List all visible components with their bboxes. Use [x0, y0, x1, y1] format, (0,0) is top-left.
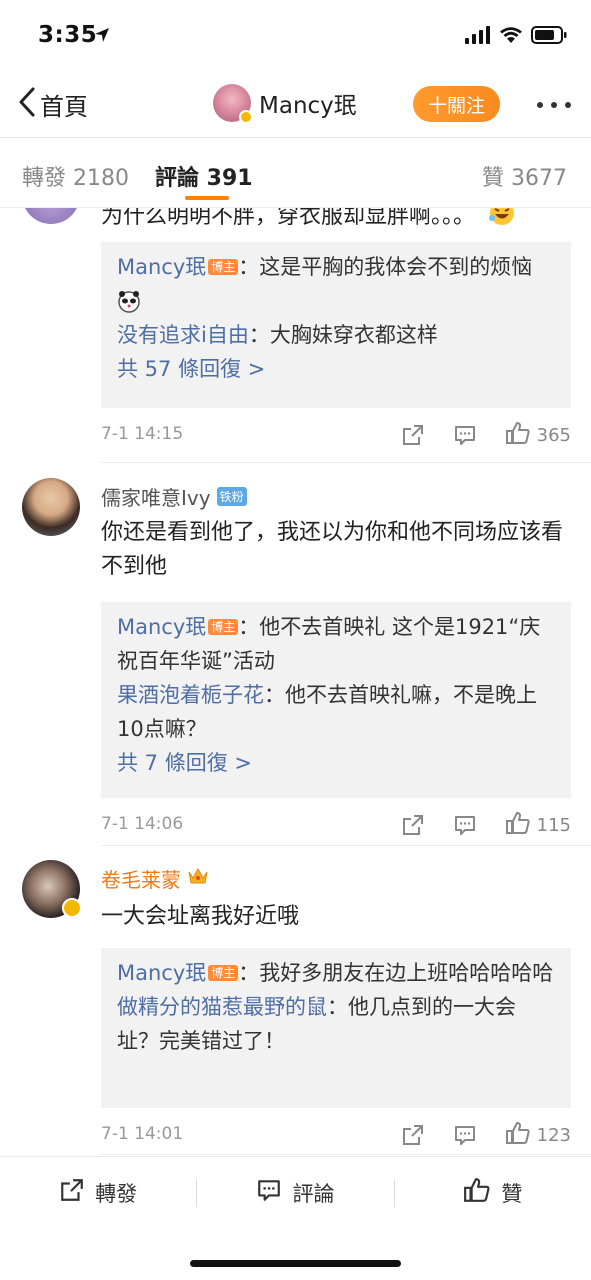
- reply-item: 果酒泡着栀子花：他不去首映礼嘛，不是晚上10点嘛？: [117, 678, 555, 746]
- reply-author[interactable]: Mancy珉: [117, 961, 206, 985]
- tab-repost[interactable]: 轉發 2180: [22, 160, 129, 192]
- tab-like[interactable]: 贊 3677: [482, 160, 567, 192]
- like-button[interactable]: 115: [505, 810, 571, 840]
- comment-actions: 115: [401, 810, 571, 840]
- reply-text: ：大胸妹穿衣都这样: [248, 323, 438, 347]
- laugh-emoji-icon: [488, 208, 516, 238]
- blogger-badge: 博主: [208, 259, 239, 275]
- like-button[interactable]: 123: [505, 1120, 571, 1150]
- comment-button[interactable]: 評論: [197, 1177, 393, 1208]
- blogger-badge: 博主: [208, 965, 239, 981]
- verified-icon: [62, 898, 82, 918]
- nav-header: 首頁 Mancy珉 十關注: [0, 72, 591, 138]
- reply-text: ：我好多朋友在边上班哈哈哈哈哈: [238, 961, 554, 985]
- author-name: 儒家唯意Ivy: [101, 486, 211, 510]
- location-arrow-icon: [94, 27, 110, 47]
- repost-button[interactable]: 轉發: [0, 1177, 196, 1208]
- repost-label: 轉發: [95, 1181, 138, 1206]
- reply-text: ：这是平胸的我体会不到的烦恼: [238, 255, 533, 279]
- reply-item: Mancy珉 博主 ：这是平胸的我体会不到的烦恼: [117, 250, 555, 318]
- reply-box[interactable]: Mancy珉 博主 ：我好多朋友在边上班哈哈哈哈哈 做精分的猫惹最野的鼠：他几点到的…: [101, 948, 571, 1108]
- comment-list: 为什么明明不胖，穿衣服却显胖啊。。。 Mancy珉 博主 ：这是平胸的我体会不到的烦…: [0, 208, 591, 1156]
- share-icon: [59, 1177, 85, 1208]
- like-count: 123: [536, 1124, 571, 1146]
- like-button[interactable]: 365: [505, 420, 571, 450]
- thumbs-up-icon: [463, 1176, 491, 1209]
- comment-text: 你还是看到他了，我还以为你和他不同场应该看不到他: [101, 520, 564, 579]
- tab-active-indicator: [185, 196, 229, 200]
- comment-meta: 7-1 14:15 365: [101, 420, 571, 452]
- like-button[interactable]: 贊: [395, 1176, 591, 1209]
- chevron-left-icon: [18, 86, 36, 122]
- home-indicator[interactable]: [190, 1260, 401, 1267]
- back-label: 首頁: [40, 92, 88, 121]
- comment-time: 7-1 14:01: [101, 1124, 184, 1144]
- comment-time: 7-1 14:15: [101, 424, 184, 444]
- comment-icon[interactable]: [453, 423, 477, 447]
- thumbs-up-icon: [505, 810, 531, 840]
- status-bar: 3:35: [0, 0, 591, 72]
- bottom-action-bar: 轉發 評論 贊: [0, 1156, 591, 1228]
- reply-box[interactable]: Mancy珉 博主 ：他不去首映礼 这个是1921“庆祝百年华诞”活动 果酒泡着栀子…: [101, 602, 571, 798]
- avatar[interactable]: [213, 84, 253, 124]
- like-count: 115: [536, 814, 571, 836]
- share-icon[interactable]: [401, 813, 425, 837]
- panda-emoji-icon: [117, 284, 555, 318]
- reply-box[interactable]: Mancy珉 博主 ：这是平胸的我体会不到的烦恼 没有追求i自由：大胸妹穿衣都这样 …: [101, 242, 571, 408]
- comment-actions: 365: [401, 420, 571, 450]
- battery-icon: [531, 26, 567, 48]
- tab-bar: 轉發 2180 評論 391 贊 3677: [0, 138, 591, 208]
- thumbs-up-icon: [505, 1120, 531, 1150]
- reply-item: 做精分的猫惹最野的鼠：他几点到的一大会址？完美错过了！: [117, 990, 555, 1058]
- comment-icon[interactable]: [453, 813, 477, 837]
- reply-author[interactable]: Mancy珉: [117, 615, 206, 639]
- comment-author[interactable]: 卷毛莱蒙: [101, 864, 209, 893]
- view-replies-link[interactable]: 共 57 條回復 >: [117, 352, 555, 386]
- author-name: 卷毛莱蒙: [101, 868, 181, 892]
- fan-badge: 铁粉: [216, 487, 247, 506]
- reply-author[interactable]: 没有追求i自由: [117, 323, 249, 347]
- nav-user[interactable]: Mancy珉: [213, 84, 357, 124]
- comment-label: 評論: [292, 1181, 335, 1206]
- divider: [101, 1154, 591, 1155]
- comment-author[interactable]: 儒家唯意Ivy 铁粉: [101, 482, 247, 511]
- reply-author[interactable]: 果酒泡着栀子花: [117, 683, 264, 707]
- comment-text: 为什么明明不胖，穿衣服却显胖啊。。。: [101, 208, 571, 238]
- status-indicators: [465, 26, 567, 48]
- comment-actions: 123: [401, 1120, 571, 1150]
- comment-icon: [256, 1177, 282, 1208]
- like-label: 贊: [501, 1181, 523, 1206]
- comment-icon[interactable]: [453, 1123, 477, 1147]
- reply-item: Mancy珉 博主 ：我好多朋友在边上班哈哈哈哈哈: [117, 956, 555, 990]
- verified-icon: [239, 110, 253, 124]
- divider: [101, 845, 591, 846]
- blogger-badge: 博主: [208, 619, 239, 635]
- thumbs-up-icon: [505, 420, 531, 450]
- comment-text: 一大会址离我好近哦: [101, 904, 300, 929]
- share-icon[interactable]: [401, 1123, 425, 1147]
- crown-icon: [187, 866, 209, 891]
- reply-item: 没有追求i自由：大胸妹穿衣都这样: [117, 318, 555, 352]
- comment-time: 7-1 14:06: [101, 814, 184, 834]
- page-title: Mancy珉: [259, 93, 357, 119]
- comment-meta: 7-1 14:06 115: [101, 810, 571, 842]
- comment-meta: 7-1 14:01 123: [101, 1120, 571, 1152]
- wifi-icon: [499, 26, 523, 48]
- reply-item: Mancy珉 博主 ：他不去首映礼 这个是1921“庆祝百年华诞”活动: [117, 610, 555, 678]
- status-time: 3:35: [38, 22, 98, 48]
- avatar[interactable]: [22, 208, 80, 224]
- avatar[interactable]: [22, 478, 80, 536]
- like-count: 365: [536, 424, 571, 446]
- follow-button[interactable]: 十關注: [413, 86, 500, 122]
- back-button[interactable]: 首頁: [18, 86, 88, 122]
- reply-author[interactable]: Mancy珉: [117, 255, 206, 279]
- more-icon[interactable]: [537, 102, 571, 108]
- divider: [101, 462, 591, 463]
- signal-icon: [465, 26, 491, 48]
- share-icon[interactable]: [401, 423, 425, 447]
- reply-author[interactable]: 做精分的猫惹最野的鼠: [117, 995, 327, 1019]
- avatar[interactable]: [22, 860, 82, 918]
- view-replies-link[interactable]: 共 7 條回復 >: [117, 746, 555, 780]
- tab-comment[interactable]: 評論 391: [155, 160, 253, 192]
